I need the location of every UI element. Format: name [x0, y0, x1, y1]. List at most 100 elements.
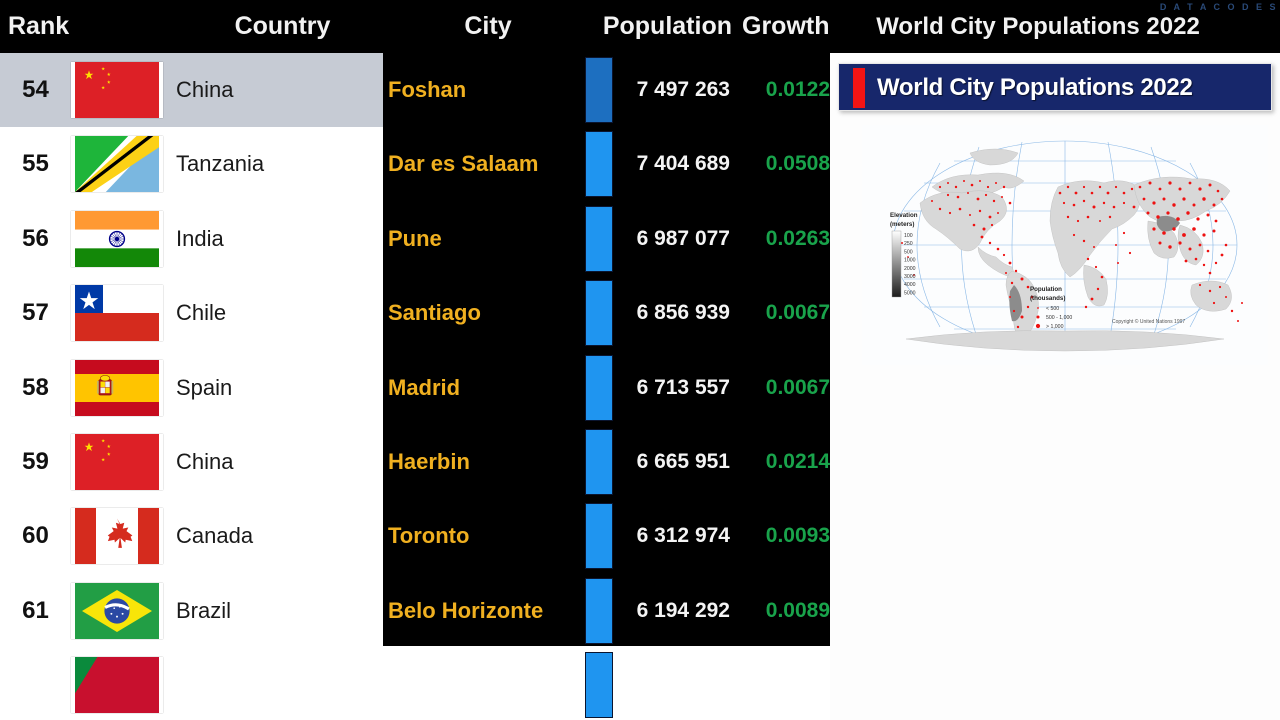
column-header-country: Country [234, 12, 331, 40]
city-name: Santiago [388, 300, 481, 326]
population-class-label: 500 - 1,000 [1046, 315, 1072, 321]
map-copyright: Copyright © United Nations 1997 [1112, 318, 1185, 325]
world-map-svg: Elevation (meters) 100 250 500 1000 2000 3000… [862, 125, 1268, 365]
column-header-growth: Growth [742, 12, 830, 40]
population-bar [585, 429, 613, 495]
population-bar [585, 205, 613, 272]
population-value: 6 665 951 [636, 450, 730, 473]
rank-value: 58 [22, 373, 49, 401]
growth-value: 0.0263 [765, 226, 830, 250]
growth-value: 0.0067 [765, 375, 830, 399]
population-legend-unit: (thousands) [1030, 295, 1065, 302]
table-row[interactable]: 57 Chile Santiago 6 856 939 0.0067 [0, 276, 830, 350]
population-value: 6 194 292 [636, 598, 730, 622]
population-bar [585, 652, 613, 719]
population-bar [585, 354, 613, 421]
table-row-partial [0, 648, 830, 720]
table-row[interactable]: 59 China Haerbin 6 665 951 0.0214 [0, 425, 830, 499]
growth-value: 0.0508 [765, 152, 830, 176]
racing-bar-chart-region: 54 China Foshan 7 497 263 0.0122 55 Tanzania… [0, 0, 830, 720]
country-flag-icon [71, 359, 163, 416]
column-header-bar: Rank Country City Population Growth Worl… [0, 0, 1280, 53]
city-name: Belo Horizonte [388, 597, 544, 623]
elevation-legend-unit: (meters) [890, 221, 914, 228]
population-class-label: < 500 [1046, 306, 1059, 312]
pop-dot-large-icon [1035, 323, 1041, 329]
table-row[interactable]: 55 Tanzania Dar es Salaam 7 404 689 0.0508 [0, 127, 830, 201]
country-name: India [176, 225, 224, 251]
pop-dot-medium-icon [1036, 315, 1040, 319]
elevation-tick-1000: 1000 [904, 258, 916, 264]
chart-rows-container: 54 China Foshan 7 497 263 0.0122 55 Tanzania… [0, 53, 830, 719]
population-bar [585, 131, 613, 198]
country-name: China [176, 449, 234, 474]
country-flag-icon [71, 62, 163, 118]
population-legend-title: Population [1030, 286, 1062, 293]
table-row[interactable]: 60 Canada Toronto 6 312 974 0.0093 [0, 499, 830, 573]
city-name: Madrid [388, 374, 461, 400]
elevation-tick-4000: 4000 [904, 282, 916, 288]
country-flag-icon [71, 434, 163, 490]
elevation-legend-title: Elevation [890, 212, 918, 219]
city-name: Toronto [388, 523, 470, 549]
country-name: Canada [176, 523, 254, 549]
city-name: Haerbin [388, 449, 470, 474]
country-flag-icon [71, 657, 163, 714]
growth-value: 0.0214 [765, 450, 830, 473]
population-value: 7 404 689 [636, 152, 730, 176]
table-row[interactable]: 58 Spain Madrid 6 713 557 0.0067 [0, 351, 830, 425]
pop-dot-small-icon [1037, 307, 1039, 309]
population-value: 7 497 263 [636, 78, 730, 101]
elevation-tick-5000: 5000 [904, 290, 916, 296]
country-flag-icon [71, 210, 163, 267]
growth-value: 0.0093 [765, 524, 830, 548]
rank-value: 56 [22, 224, 49, 252]
elevation-tick-250: 250 [904, 241, 913, 247]
rank-value: 57 [22, 299, 49, 327]
city-name: Pune [388, 225, 442, 251]
country-flag-icon [71, 136, 163, 193]
rank-value: 60 [22, 522, 49, 550]
country-flag-icon [71, 582, 163, 639]
growth-value: 0.0067 [765, 301, 830, 325]
population-class-label: > 1,000 [1046, 324, 1064, 330]
country-name: China [176, 77, 234, 102]
table-row[interactable]: 61 Brazil Belo Horizonte 6 194 292 0.0089 [0, 574, 830, 648]
column-header-city: City [464, 12, 512, 40]
population-value: 6 312 974 [636, 524, 730, 548]
elevation-tick-2000: 2000 [904, 266, 916, 272]
elevation-tick-500: 500 [904, 249, 913, 255]
world-population-map: Elevation (meters) 100 250 500 1000 2000 3000… [862, 125, 1268, 365]
banner-accent-stripe [853, 68, 865, 108]
banner-title-text: World City Populations 2022 [877, 74, 1193, 101]
city-name: Dar es Salaam [388, 151, 539, 177]
population-value: 6 856 939 [636, 301, 730, 325]
country-name: Brazil [176, 597, 232, 623]
population-value: 6 713 557 [636, 375, 730, 399]
elevation-tick-100: 100 [904, 233, 913, 239]
rank-value: 59 [22, 448, 49, 475]
country-name: Chile [176, 300, 227, 326]
rank-value: 54 [22, 76, 49, 103]
country-name: Tanzania [176, 151, 265, 177]
population-bar [585, 57, 613, 123]
population-bar [585, 503, 613, 570]
column-header-rank: Rank [8, 12, 70, 40]
population-bar [585, 280, 613, 347]
country-flag-icon [71, 285, 163, 342]
growth-value: 0.0122 [765, 78, 830, 101]
rank-value: 61 [22, 596, 49, 624]
rank-value: 55 [22, 150, 49, 178]
table-row[interactable]: 56 India Pune 6 987 077 0.0263 [0, 202, 830, 276]
right-info-panel: World City Populations 2022 Elevation (m… [830, 53, 1280, 720]
growth-value: 0.0089 [765, 598, 830, 622]
column-header-population: Population [602, 12, 732, 40]
data-codes-watermark: D A T A C O D E S [1159, 2, 1278, 12]
elevation-gradient-bar [891, 230, 902, 298]
elevation-tick-3000: 3000 [904, 274, 916, 280]
table-row[interactable]: 54 China Foshan 7 497 263 0.0122 [0, 53, 830, 127]
population-value: 6 987 077 [636, 226, 730, 250]
population-bar [585, 577, 613, 644]
city-name: Foshan [388, 77, 467, 102]
country-flag-icon [71, 508, 163, 565]
